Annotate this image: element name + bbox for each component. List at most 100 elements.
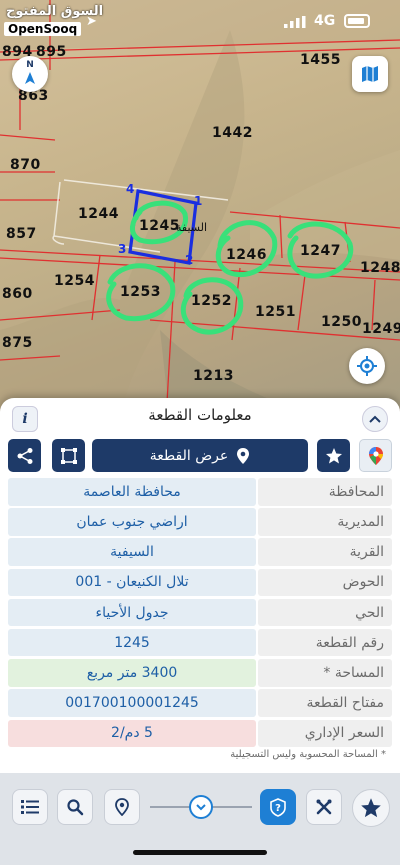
parcel-number[interactable]: 1251 [255,304,296,320]
collapse-button[interactable] [362,406,388,432]
parcel-number[interactable]: 875 [2,335,33,351]
chevron-down-icon [196,803,206,810]
detail-row-neighborhood: جدول الأحياء الحي [8,598,392,627]
parcel-number[interactable]: 1250 [321,314,362,330]
action-bar: عرض القطعة [8,439,392,472]
my-location-button[interactable] [349,348,385,384]
vertex-label: 1 [194,194,203,208]
road-label: السيفة [176,221,208,234]
signal-icon [284,16,306,28]
parcel-key-value: 001700100001245 [8,689,256,717]
parcel-number[interactable]: 857 [6,226,37,242]
polygon-icon [60,447,77,464]
view-parcel-label: عرض القطعة [149,447,229,464]
google-maps-icon [368,446,383,465]
location-search-button[interactable] [104,789,140,825]
parcel-number[interactable]: 1248 [360,260,400,276]
bottom-toolbar: ? [0,773,400,865]
share-icon [17,447,32,464]
draw-polygon-button[interactable] [52,439,85,472]
app-screen: السوق المفتوح OpenSooq ➤ 4G 894 895 1455… [0,0,400,865]
directorate-value: اراضي جنوب عمان [8,508,256,536]
brand-logo: OpenSooq [4,22,82,36]
basin-label: الحوض [258,568,392,597]
favorites-button[interactable] [352,789,390,827]
detail-row-basin: تلال الكنيعان - 001 الحوض [8,568,392,597]
parcel-number[interactable]: 895 [36,44,67,60]
star-icon [361,798,381,818]
village-label: القرية [258,538,392,566]
detail-row-directorate: اراضي جنوب عمان المديرية [8,508,392,536]
vertex-label: 2 [185,253,194,267]
parcel-number[interactable]: 1213 [193,368,234,384]
list-icon [21,800,39,814]
parcel-number-label: رقم القطعة [258,628,392,657]
detail-row-governorate: محافظة العاصمة المحافظة [8,478,392,506]
detail-row-parcel-key: 001700100001245 مفتاح القطعة [8,689,392,717]
detail-row-parcel-number: 1245 رقم القطعة [8,628,392,657]
panel-title: معلومات القطعة [148,406,252,424]
share-button[interactable] [8,439,41,472]
governorate-value: محافظة العاصمة [8,478,256,506]
svg-text:?: ? [275,803,281,814]
home-indicator [133,850,267,855]
parcel-number[interactable]: 1442 [212,125,253,141]
map-layers-button[interactable] [352,56,388,92]
status-bar: السوق المفتوح OpenSooq ➤ 4G [0,0,400,44]
help-icon: ? [270,798,286,817]
parcel-number[interactable]: 1253 [120,284,161,300]
parcel-number[interactable]: 1244 [78,206,119,222]
location-arrow-icon: ➤ [86,14,97,29]
zoom-slider-handle[interactable] [189,795,213,819]
favorite-button[interactable] [317,439,350,472]
view-parcel-button[interactable]: عرض القطعة [92,439,308,472]
parcel-key-label: مفتاح القطعة [258,689,392,717]
parcel-info-panel: i معلومات القطعة عرض القطعة محافظة العاص… [0,398,400,773]
basin-value: تلال الكنيعان - 001 [8,568,256,597]
admin-price-label: السعر الإداري [258,719,392,747]
network-type: 4G [314,13,336,29]
vertex-label: 3 [118,242,127,256]
village-value: السيفية [8,538,256,566]
parcel-number[interactable]: 1254 [54,273,95,289]
google-maps-button[interactable] [359,439,392,472]
area-label: المساحة * [258,659,392,687]
parcel-number[interactable]: 1249 [362,321,400,337]
battery-icon [344,14,370,28]
map-pin-icon [237,447,250,464]
governorate-label: المحافظة [258,478,392,506]
parcel-number[interactable]: 1246 [226,247,267,263]
neighborhood-label: الحي [258,598,392,627]
chevron-up-icon [369,415,381,423]
compass-button[interactable]: N [12,56,48,92]
detail-row-admin-price: 5 دم/2 السعر الإداري [8,719,392,747]
parcel-number[interactable]: 860 [2,286,33,302]
tools-icon [316,799,332,815]
list-button[interactable] [12,789,48,825]
parcel-number[interactable]: 1247 [300,243,341,259]
search-button[interactable] [57,789,93,825]
parcel-details-table: محافظة العاصمة المحافظة اراضي جنوب عمان … [8,478,392,750]
star-icon [325,447,342,463]
location-pin-icon [115,798,129,816]
vertex-label: 4 [126,182,135,196]
tools-button[interactable] [306,789,342,825]
parcel-number[interactable]: 1455 [300,52,341,68]
area-value: 3400 متر مربع [8,659,256,687]
help-button[interactable]: ? [260,789,296,825]
parcel-number[interactable]: 870 [10,157,41,173]
directorate-label: المديرية [258,508,392,536]
admin-price-value: 5 دم/2 [8,719,256,747]
parcel-number[interactable]: 1252 [191,293,232,309]
compass-north-label: N [26,60,34,70]
parcel-number-value: 1245 [8,628,256,657]
map-icon [362,66,378,82]
search-icon [67,799,84,816]
parcel-map[interactable]: السوق المفتوح OpenSooq ➤ 4G 894 895 1455… [0,0,400,420]
area-footnote: * المساحة المحسوبة وليس التسجيلية [230,749,386,760]
crosshair-icon [357,356,377,376]
neighborhood-value: جدول الأحياء [8,598,256,627]
parcel-number-selected[interactable]: 1245 [139,218,180,234]
detail-row-village: السيفية القرية [8,538,392,566]
detail-row-area: 3400 متر مربع المساحة * [8,659,392,687]
